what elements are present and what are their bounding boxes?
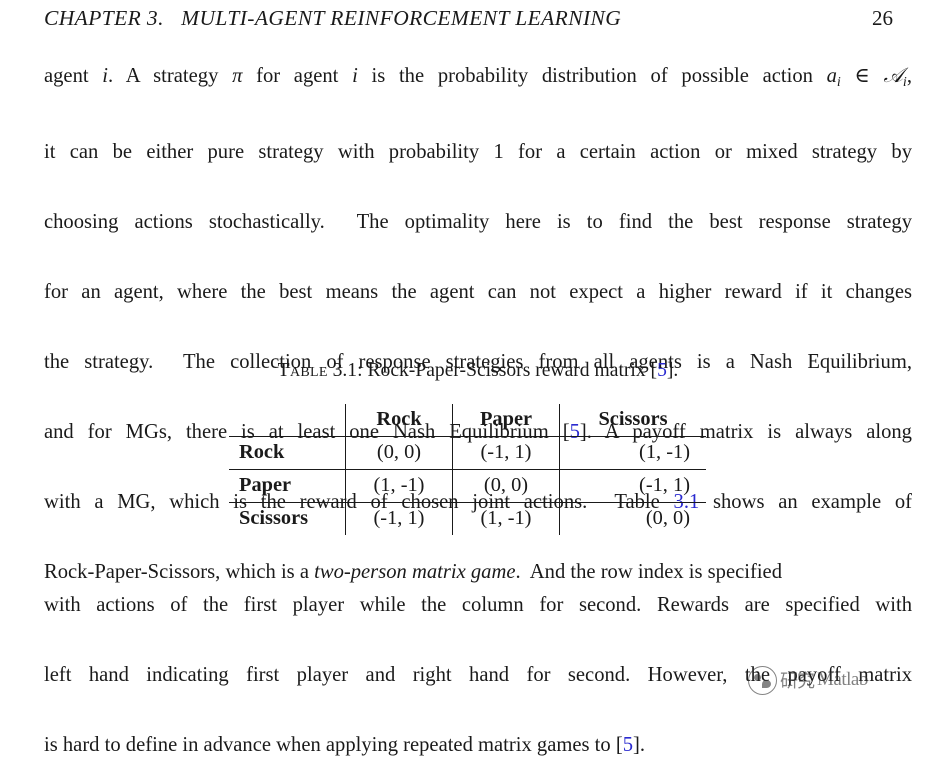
table-corner-cell — [229, 404, 346, 437]
text-line: with actions of the first player while t… — [44, 588, 912, 658]
text-run: left hand indicating first player and ri… — [44, 664, 912, 686]
text-line: left hand indicating first player and ri… — [44, 658, 912, 728]
text-run: agent — [44, 65, 103, 87]
row-header-scissors: Scissors — [229, 502, 346, 536]
cell-rock-rock: (0, 0) — [345, 436, 453, 470]
document-page: CHAPTER 3. MULTI-AGENT REINFORCEMENT LEA… — [0, 0, 935, 756]
text-run: 𝒜 — [883, 63, 903, 87]
text-run: for agent — [242, 65, 353, 87]
text-line: choosing actions stochastically. The opt… — [44, 205, 912, 275]
table-caption-label: Table — [277, 360, 328, 381]
paragraph-below-table: with actions of the first player while t… — [44, 588, 912, 763]
text-run: Rock-Paper-Scissors, which is a — [44, 560, 315, 583]
text-run: for an agent, where the best means the a… — [44, 280, 912, 303]
table-caption: Table 3.1: Rock-Paper-Scissors reward ma… — [44, 360, 912, 382]
table-row: Rock (0, 0) (-1, 1) (1, -1) — [229, 436, 706, 470]
cell-paper-paper: (0, 0) — [452, 469, 560, 503]
cell-rock-paper: (-1, 1) — [452, 436, 560, 470]
text-run: , — [906, 65, 912, 87]
text-run: with actions of the first player while t… — [44, 594, 912, 616]
table-caption-number: 3.1 — [332, 360, 358, 381]
payoff-table-container: Rock Paper Scissors Rock (0, 0) (-1, 1) … — [0, 404, 935, 536]
text-line: for an agent, where the best means the a… — [44, 275, 912, 345]
text-run: ]. — [633, 734, 646, 756]
text-run: ∈ — [840, 65, 884, 87]
table-row: Paper (1, -1) (0, 0) (-1, 1) — [229, 469, 706, 503]
paragraph-lines: with actions of the first player while t… — [44, 588, 912, 763]
chapter-title: CHAPTER 3. MULTI-AGENT REINFORCEMENT LEA… — [44, 6, 622, 30]
cell-scissors-rock: (-1, 1) — [345, 502, 453, 536]
table-caption-text: Rock-Paper-Scissors reward matrix [ — [367, 360, 658, 381]
text-run: is hard to define in advance when applyi… — [44, 734, 623, 756]
running-header: CHAPTER 3. MULTI-AGENT REINFORCEMENT LEA… — [44, 6, 895, 36]
text-line: is hard to define in advance when applyi… — [44, 728, 912, 763]
table-caption-citation[interactable]: 5 — [657, 360, 667, 381]
page-number: 26 — [872, 6, 893, 30]
cell-scissors-paper: (1, -1) — [452, 502, 560, 536]
row-header-paper: Paper — [229, 469, 346, 503]
table-caption-separator: : — [357, 360, 368, 381]
row-header-rock: Rock — [229, 436, 346, 470]
column-header-paper: Paper — [452, 404, 560, 437]
table-head: Rock Paper Scissors — [229, 404, 706, 437]
cell-scissors-scissors: (0, 0) — [559, 502, 706, 536]
table-caption-text-end: ]. — [666, 360, 679, 381]
cell-paper-rock: (1, -1) — [345, 469, 453, 503]
text-run: choosing actions stochastically. The opt… — [44, 210, 912, 233]
reference-link[interactable]: 5 — [623, 734, 633, 756]
cell-paper-scissors: (-1, 1) — [559, 469, 706, 503]
table-row: Scissors (-1, 1) (1, -1) (0, 0) — [229, 502, 706, 536]
text-run: . A strategy — [108, 65, 233, 87]
text-line: agent i. A strategy π for agent i is the… — [44, 58, 912, 135]
text-line: it can be either pure strategy with prob… — [44, 135, 912, 205]
text-run: π — [232, 65, 243, 87]
payoff-matrix-table: Rock Paper Scissors Rock (0, 0) (-1, 1) … — [229, 404, 706, 536]
cell-rock-scissors: (1, -1) — [559, 436, 706, 470]
column-header-scissors: Scissors — [559, 404, 706, 437]
text-run: is the probability distribution of possi… — [357, 65, 827, 87]
text-run: a — [826, 65, 837, 87]
table-header-row: Rock Paper Scissors — [229, 404, 706, 437]
table-body: Rock (0, 0) (-1, 1) (1, -1) Paper (1, -1… — [229, 436, 706, 536]
text-run: it can be either pure strategy with prob… — [44, 140, 912, 163]
column-header-rock: Rock — [345, 404, 453, 437]
text-line: Rock-Paper-Scissors, which is a two-pers… — [44, 555, 912, 590]
text-run: two-person matrix game — [314, 560, 516, 583]
text-run: . And the row index is specified — [515, 560, 782, 583]
